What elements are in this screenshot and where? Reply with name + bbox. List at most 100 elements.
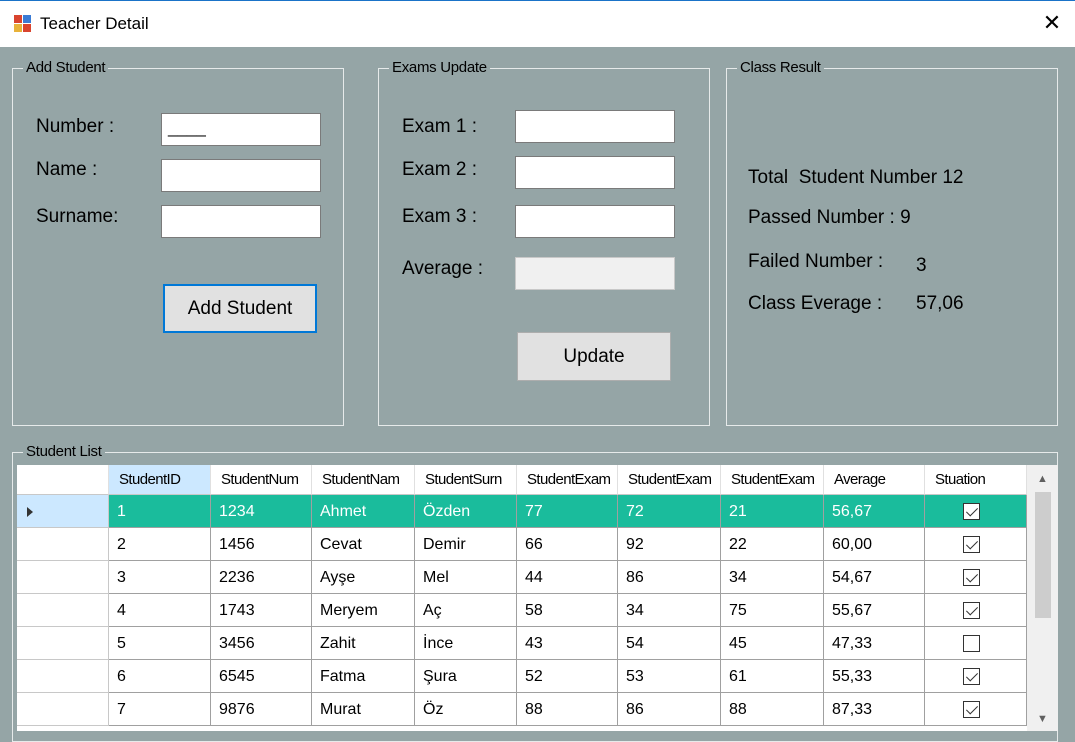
table-cell[interactable]: 3 <box>109 561 211 594</box>
situation-cell[interactable] <box>925 627 1027 660</box>
table-cell[interactable]: 2 <box>109 528 211 561</box>
table-cell[interactable]: 88 <box>517 693 618 726</box>
table-cell[interactable]: Cevat <box>312 528 415 561</box>
close-icon[interactable]: ✕ <box>1029 1 1075 47</box>
row-header[interactable] <box>17 693 109 726</box>
situation-checkbox[interactable] <box>963 569 980 586</box>
table-cell[interactable]: 88 <box>721 693 824 726</box>
situation-cell[interactable] <box>925 561 1027 594</box>
table-cell[interactable]: 58 <box>517 594 618 627</box>
table-cell[interactable]: 66 <box>517 528 618 561</box>
situation-checkbox[interactable] <box>963 536 980 553</box>
row-header[interactable] <box>17 495 109 528</box>
table-cell[interactable]: Öz <box>415 693 517 726</box>
table-cell[interactable]: 54 <box>618 627 721 660</box>
situation-checkbox[interactable] <box>963 668 980 685</box>
table-cell[interactable]: Murat <box>312 693 415 726</box>
exam1-field[interactable] <box>515 110 675 143</box>
table-row[interactable]: 1 1234 Ahmet Özden 77 72 21 56,67 <box>17 495 1027 528</box>
table-cell[interactable]: Fatma <box>312 660 415 693</box>
column-header[interactable]: Stuation <box>925 465 1027 495</box>
table-cell[interactable]: 54,67 <box>824 561 925 594</box>
table-cell[interactable]: 34 <box>721 561 824 594</box>
table-cell[interactable]: Mel <box>415 561 517 594</box>
add-student-button[interactable]: Add Student <box>163 284 317 333</box>
situation-checkbox[interactable] <box>963 602 980 619</box>
table-cell[interactable]: 86 <box>618 693 721 726</box>
column-header[interactable]: StudentExam <box>721 465 824 495</box>
column-header[interactable]: StudentSurn <box>415 465 517 495</box>
table-row[interactable]: 4 1743 Meryem Aç 58 34 75 55,67 <box>17 594 1027 627</box>
table-cell[interactable]: 3456 <box>211 627 312 660</box>
table-cell[interactable]: 92 <box>618 528 721 561</box>
table-cell[interactable]: Özden <box>415 495 517 528</box>
table-cell[interactable]: 1234 <box>211 495 312 528</box>
column-header[interactable]: StudentNam <box>312 465 415 495</box>
row-header[interactable] <box>17 627 109 660</box>
table-cell[interactable]: Şura <box>415 660 517 693</box>
table-cell[interactable]: 45 <box>721 627 824 660</box>
table-cell[interactable]: İnce <box>415 627 517 660</box>
table-cell[interactable]: 1743 <box>211 594 312 627</box>
exam2-field[interactable] <box>515 156 675 189</box>
table-cell[interactable]: 4 <box>109 594 211 627</box>
table-row[interactable]: 7 9876 Murat Öz 88 86 88 87,33 <box>17 693 1027 726</box>
surname-field[interactable] <box>161 205 321 238</box>
column-header[interactable]: Average <box>824 465 925 495</box>
name-field[interactable] <box>161 159 321 192</box>
table-cell[interactable]: 7 <box>109 693 211 726</box>
table-cell[interactable]: 86 <box>618 561 721 594</box>
table-row[interactable]: 2 1456 Cevat Demir 66 92 22 60,00 <box>17 528 1027 561</box>
column-header[interactable]: StudentExam <box>618 465 721 495</box>
table-cell[interactable]: 34 <box>618 594 721 627</box>
table-cell[interactable]: 47,33 <box>824 627 925 660</box>
table-cell[interactable]: 2236 <box>211 561 312 594</box>
table-row[interactable]: 3 2236 Ayşe Mel 44 86 34 54,67 <box>17 561 1027 594</box>
table-cell[interactable]: 1456 <box>211 528 312 561</box>
column-header[interactable]: StudentNum <box>211 465 312 495</box>
situation-cell[interactable] <box>925 693 1027 726</box>
situation-cell[interactable] <box>925 660 1027 693</box>
table-cell[interactable]: 60,00 <box>824 528 925 561</box>
table-cell[interactable]: 55,67 <box>824 594 925 627</box>
situation-checkbox[interactable] <box>963 635 980 652</box>
scroll-thumb[interactable] <box>1035 492 1051 618</box>
table-cell[interactable]: 1 <box>109 495 211 528</box>
situation-cell[interactable] <box>925 495 1027 528</box>
scroll-down-icon[interactable]: ▼ <box>1027 707 1058 731</box>
row-header[interactable] <box>17 561 109 594</box>
row-header[interactable] <box>17 660 109 693</box>
column-header[interactable]: StudentExam <box>517 465 618 495</box>
row-header[interactable] <box>17 594 109 627</box>
table-cell[interactable]: 22 <box>721 528 824 561</box>
table-cell[interactable]: 21 <box>721 495 824 528</box>
vertical-scrollbar[interactable]: ▲ ▼ <box>1027 465 1058 731</box>
table-cell[interactable]: 87,33 <box>824 693 925 726</box>
update-button[interactable]: Update <box>517 332 671 381</box>
table-cell[interactable]: Aç <box>415 594 517 627</box>
table-cell[interactable]: 53 <box>618 660 721 693</box>
table-cell[interactable]: 55,33 <box>824 660 925 693</box>
table-cell[interactable]: Zahit <box>312 627 415 660</box>
situation-checkbox[interactable] <box>963 503 980 520</box>
table-cell[interactable]: 43 <box>517 627 618 660</box>
situation-cell[interactable] <box>925 528 1027 561</box>
table-cell[interactable]: 6 <box>109 660 211 693</box>
number-field[interactable]: ____ <box>161 113 321 146</box>
situation-checkbox[interactable] <box>963 701 980 718</box>
scroll-up-icon[interactable]: ▲ <box>1027 467 1058 491</box>
row-header[interactable] <box>17 528 109 561</box>
table-row[interactable]: 6 6545 Fatma Şura 52 53 61 55,33 <box>17 660 1027 693</box>
table-cell[interactable]: 77 <box>517 495 618 528</box>
table-cell[interactable]: 56,67 <box>824 495 925 528</box>
table-cell[interactable]: 52 <box>517 660 618 693</box>
column-header[interactable]: StudentID <box>109 465 211 495</box>
table-cell[interactable]: 9876 <box>211 693 312 726</box>
table-row[interactable]: 5 3456 Zahit İnce 43 54 45 47,33 <box>17 627 1027 660</box>
student-grid[interactable]: StudentID StudentNum StudentNam StudentSurn… <box>17 465 1058 731</box>
table-cell[interactable]: 61 <box>721 660 824 693</box>
exam3-field[interactable] <box>515 205 675 238</box>
table-cell[interactable]: Meryem <box>312 594 415 627</box>
table-cell[interactable]: Demir <box>415 528 517 561</box>
table-cell[interactable]: 72 <box>618 495 721 528</box>
